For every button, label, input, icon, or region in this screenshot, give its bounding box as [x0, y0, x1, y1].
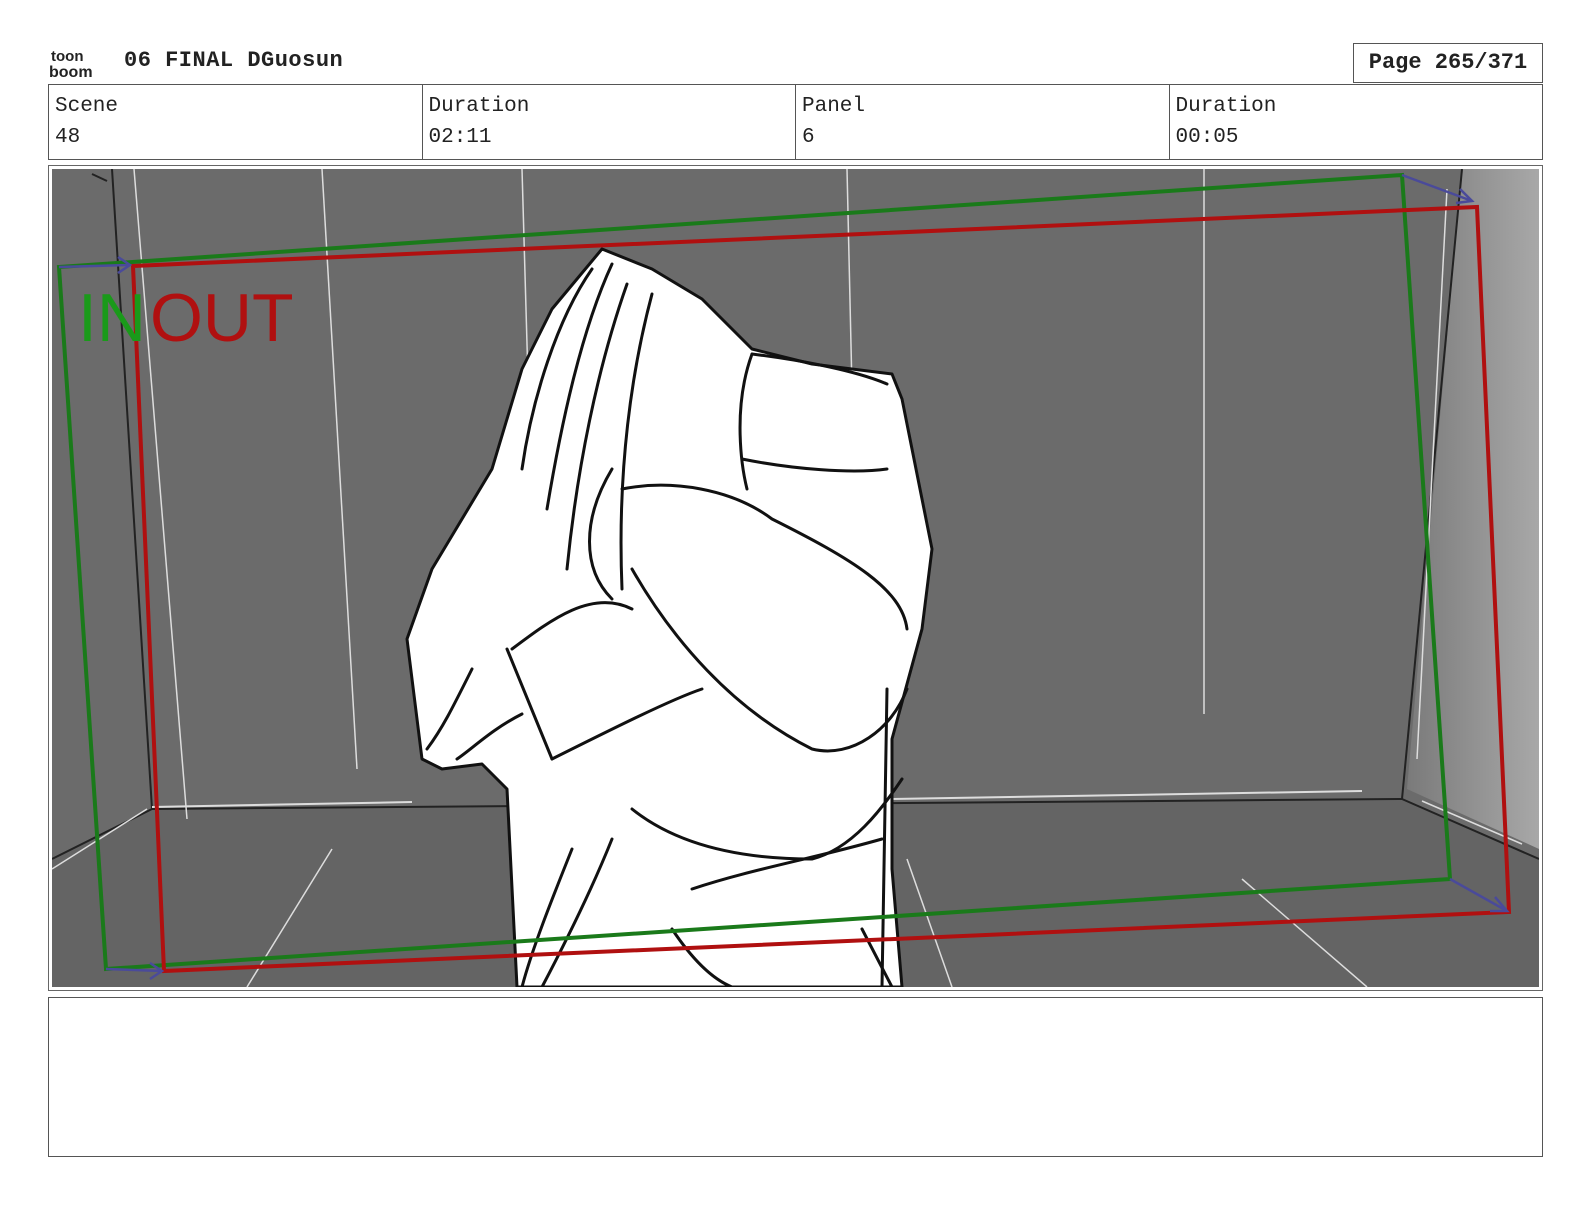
scene-label: Scene	[55, 95, 119, 118]
panel-label: Panel	[802, 95, 866, 118]
scene-duration-value: 02:11	[428, 126, 492, 149]
panel-notes	[48, 997, 1543, 1157]
storyboard-panel: IN OUT	[48, 165, 1543, 991]
panel-duration-cell: Duration 00:05	[1170, 85, 1543, 159]
in-label: IN	[78, 280, 146, 356]
panel-drawing: IN OUT	[52, 169, 1539, 987]
panel-duration-value: 00:05	[1175, 126, 1239, 149]
panel-value: 6	[802, 126, 815, 149]
scene-duration-label: Duration	[428, 95, 530, 118]
out-label: OUT	[150, 280, 294, 356]
panel-cell: Panel 6	[796, 85, 1170, 159]
logo-line2: boom	[49, 64, 93, 80]
panel-duration-label: Duration	[1175, 95, 1277, 118]
scene-cell: Scene 48	[49, 85, 423, 159]
toon-boom-logo: toon boom	[49, 48, 93, 80]
logo-line1: toon	[51, 48, 83, 65]
scene-info-table: Scene 48 Duration 02:11 Panel 6 Duration…	[48, 84, 1543, 160]
scene-duration-cell: Duration 02:11	[423, 85, 796, 159]
document-title: 06 FINAL DGuosun	[124, 48, 344, 73]
scene-value: 48	[55, 126, 81, 149]
page-number: Page 265/371	[1353, 43, 1543, 83]
